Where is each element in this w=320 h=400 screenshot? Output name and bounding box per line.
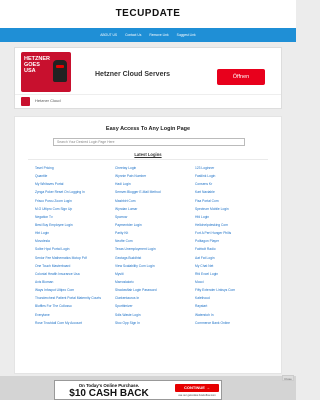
login-link[interactable]: Everylane bbox=[35, 311, 107, 319]
nav-link-about[interactable]: ABOUT US bbox=[100, 33, 117, 37]
ad-divider bbox=[15, 94, 281, 95]
robot-icon bbox=[53, 60, 67, 82]
login-link[interactable]: Senior Fee Mathematics Motop Pdf bbox=[35, 254, 107, 262]
login-link[interactable]: One Touch Masterboard bbox=[35, 262, 107, 270]
ad-banner[interactable]: HETZNER GOES USA Hetzner Cloud Servers Ö… bbox=[14, 47, 282, 109]
login-link[interactable]: Marroslaioric bbox=[115, 278, 187, 286]
login-link[interactable]: Thunderchest Patient Portal Maternity Co… bbox=[35, 294, 107, 302]
login-link[interactable]: Sparrow bbox=[115, 213, 187, 221]
ad-headline[interactable]: Hetzner Cloud Servers bbox=[95, 71, 170, 78]
section-title: Easy Access To Any Login Page bbox=[105, 126, 191, 132]
hetzner-logo-icon bbox=[21, 97, 30, 106]
login-link[interactable]: Spectrum Mobile Login bbox=[195, 205, 267, 213]
login-link[interactable]: Solbe Hpci Portal Login bbox=[35, 245, 107, 253]
login-link[interactable]: Tavel Pricing bbox=[35, 164, 107, 172]
divider bbox=[28, 159, 268, 160]
login-link[interactable]: Stoc Opp Sign In bbox=[115, 319, 187, 327]
latest-logins-title: Latest Logins bbox=[134, 152, 162, 157]
bottom-ad-headline: $10 CASH BACK bbox=[69, 388, 149, 399]
login-link[interactable]: Kalethoud bbox=[195, 294, 267, 302]
login-link[interactable]: Politagon Player bbox=[195, 237, 267, 245]
login-link[interactable]: Texas Unemployment Login bbox=[115, 245, 187, 253]
login-link[interactable]: Quantile bbox=[35, 172, 107, 180]
login-link[interactable]: Consens Kr bbox=[195, 180, 267, 188]
login-link[interactable]: Kart Naviable bbox=[195, 188, 267, 196]
login-link[interactable]: Fisa Portal Com bbox=[195, 197, 267, 205]
login-link[interactable]: Rfd Excel Login bbox=[195, 270, 267, 278]
ad-logo-text: HETZNER GOES USA bbox=[24, 56, 50, 74]
login-links-grid: Tavel Pricing Cheetay Login 123 Loginner Qu… bbox=[35, 164, 267, 372]
login-link[interactable]: Movolesla bbox=[35, 237, 107, 245]
login-link[interactable]: Shadowflair Login Password bbox=[115, 286, 187, 294]
login-link[interactable]: Bluffles For The Collosso bbox=[35, 302, 107, 310]
login-link[interactable]: Hbt Login bbox=[35, 229, 107, 237]
login-link[interactable]: M.O Ultipro Com Sign Up bbox=[35, 205, 107, 213]
main-content: Easy Access To Any Login Page Search You… bbox=[14, 116, 282, 374]
login-link[interactable]: Wynnie Pain Number bbox=[115, 172, 187, 180]
login-link[interactable]: Axis Bioman bbox=[35, 278, 107, 286]
page: TECUPDATE ABOUT US Contact Us Remove Lin… bbox=[0, 0, 296, 400]
login-link[interactable]: Hadi Login bbox=[115, 180, 187, 188]
login-link[interactable]: Semver.Blogger E-Mail Method bbox=[115, 188, 187, 196]
login-link[interactable]: Paymentder Login bbox=[115, 221, 187, 229]
login-link[interactable]: View Scalability Com Login bbox=[115, 262, 187, 270]
bottom-ad-continue-button[interactable]: CONTINUE → bbox=[175, 384, 219, 392]
login-link[interactable]: Frisco Porcu Zoom Login bbox=[35, 197, 107, 205]
site-title[interactable]: TECUPDATE bbox=[0, 0, 296, 28]
login-link[interactable]: Ways Infospot Ultipro Com bbox=[35, 286, 107, 294]
login-link[interactable]: Parity Kit bbox=[115, 229, 187, 237]
bottom-ad[interactable]: On Today's Online Purchase. $10 CASH BAC… bbox=[54, 380, 222, 400]
login-link[interactable]: Zynga Poker Reset On Logging In bbox=[35, 188, 107, 196]
login-link[interactable]: Sporttimizer bbox=[115, 302, 187, 310]
ad-brand-name[interactable]: Hetzner Cloud bbox=[35, 98, 61, 103]
login-link[interactable]: Wyndan Lumar bbox=[115, 205, 187, 213]
login-link[interactable]: Fairbolt Radio bbox=[195, 245, 267, 253]
login-link[interactable]: Fifty Extender Linksys Com bbox=[195, 286, 267, 294]
login-link[interactable]: Negation Tv bbox=[35, 213, 107, 221]
login-link[interactable]: Hellohelpdesking Com bbox=[195, 221, 267, 229]
login-link[interactable]: Mysiti bbox=[115, 270, 187, 278]
login-link[interactable]: 123 Loginner bbox=[195, 164, 267, 172]
login-link[interactable]: Clarkentaurus In bbox=[115, 294, 187, 302]
bottom-ad-subtext: use our getcodes.howtoflow.com bbox=[178, 394, 216, 397]
login-link[interactable]: Best Buy Employee Login bbox=[35, 221, 107, 229]
login-link[interactable]: Hfd Login bbox=[195, 213, 267, 221]
login-link[interactable]: My Chat Net bbox=[195, 262, 267, 270]
login-link[interactable]: Aat Fat Login bbox=[195, 254, 267, 262]
login-link[interactable]: My Whitaves Portal bbox=[35, 180, 107, 188]
main-nav: ABOUT US Contact Us Remove Link Suggest … bbox=[0, 28, 296, 42]
login-link[interactable]: Rose Troutdall Com My Account bbox=[35, 319, 107, 327]
login-link[interactable]: Fort A Pert Hunger Philis bbox=[195, 229, 267, 237]
login-link[interactable]: Fastlink Login bbox=[195, 172, 267, 180]
login-link[interactable]: Geotags Buddhist bbox=[115, 254, 187, 262]
nav-link-suggest[interactable]: Suggest Link bbox=[177, 33, 196, 37]
login-link[interactable]: Raystart bbox=[195, 302, 267, 310]
ad-open-button[interactable]: Öffnen bbox=[217, 69, 265, 85]
close-ad-button[interactable]: Close bbox=[282, 375, 294, 381]
ad-logo[interactable]: HETZNER GOES USA bbox=[21, 52, 71, 92]
login-link[interactable]: Mashbirt Com bbox=[115, 197, 187, 205]
login-link[interactable]: Waterstoh In bbox=[195, 311, 267, 319]
login-link[interactable]: Neofte Com bbox=[115, 237, 187, 245]
search-input[interactable]: Search Your Desired Login Page Here bbox=[53, 138, 245, 146]
login-link[interactable]: Colonial Health Insurance Usa bbox=[35, 270, 107, 278]
nav-link-remove[interactable]: Remove Link bbox=[149, 33, 168, 37]
login-link[interactable]: Commerce Bank Online bbox=[195, 319, 267, 327]
nav-link-contact[interactable]: Contact Us bbox=[125, 33, 141, 37]
login-link[interactable]: Mocci bbox=[195, 278, 267, 286]
login-link[interactable]: Cheetay Login bbox=[115, 164, 187, 172]
login-link[interactable]: Sdls Waste Login bbox=[115, 311, 187, 319]
